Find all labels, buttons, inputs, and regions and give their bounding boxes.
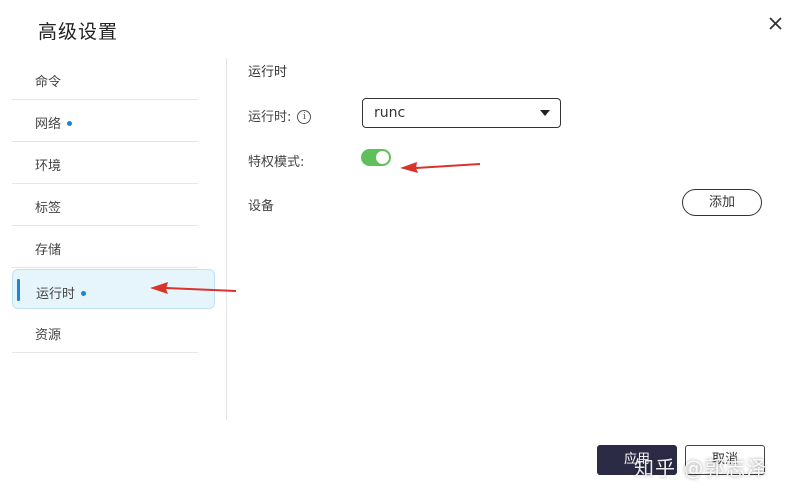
dialog-title: 高级设置 xyxy=(38,21,119,43)
runtime-label: 运行时: xyxy=(248,110,292,125)
sidebar-item-label: 存储 xyxy=(35,243,62,258)
sidebar-item-label: 运行时 xyxy=(36,287,76,302)
runtime-select-value: runc xyxy=(374,105,406,121)
panel-divider xyxy=(226,58,227,420)
sidebar-item-label: 命令 xyxy=(35,75,62,90)
advanced-settings-dialog: 高级设置 命令 网络 环境 标签 存储 运行时 资源 运行时 运行时: i ru… xyxy=(0,0,799,501)
caret-down-icon xyxy=(540,110,550,116)
sidebar-item-label: 环境 xyxy=(35,159,62,174)
sidebar-item-label: 网络 xyxy=(35,117,62,132)
modified-dot-icon xyxy=(81,291,87,296)
annotation-arrow-toggle-icon xyxy=(400,162,481,173)
sidebar-item-environment[interactable]: 环境 xyxy=(12,142,198,184)
sidebar-item-resources[interactable]: 资源 xyxy=(12,311,198,353)
sidebar-item-labels[interactable]: 标签 xyxy=(12,184,198,226)
privileged-label: 特权模式: xyxy=(248,155,305,170)
runtime-select[interactable]: runc xyxy=(362,98,561,128)
modified-dot-icon xyxy=(67,121,73,126)
sidebar-item-label: 标签 xyxy=(35,201,62,216)
sidebar-item-label: 资源 xyxy=(35,328,62,343)
add-device-button[interactable]: 添加 xyxy=(682,189,762,216)
devices-label: 设备 xyxy=(248,199,275,214)
annotation-arrow-left-icon xyxy=(150,282,237,294)
sidebar-item-network[interactable]: 网络 xyxy=(12,100,198,142)
info-icon[interactable]: i xyxy=(297,109,312,124)
privileged-mode-toggle[interactable] xyxy=(361,149,391,166)
toggle-knob xyxy=(376,151,389,164)
active-indicator xyxy=(17,279,20,301)
runtime-label-row: 运行时: i xyxy=(248,106,312,125)
close-icon[interactable] xyxy=(766,14,786,34)
sidebar-item-command[interactable]: 命令 xyxy=(12,58,198,100)
section-title: 运行时 xyxy=(248,65,288,80)
sidebar-item-storage[interactable]: 存储 xyxy=(12,226,198,268)
watermark: 知乎 @郭志泽 xyxy=(634,456,768,480)
